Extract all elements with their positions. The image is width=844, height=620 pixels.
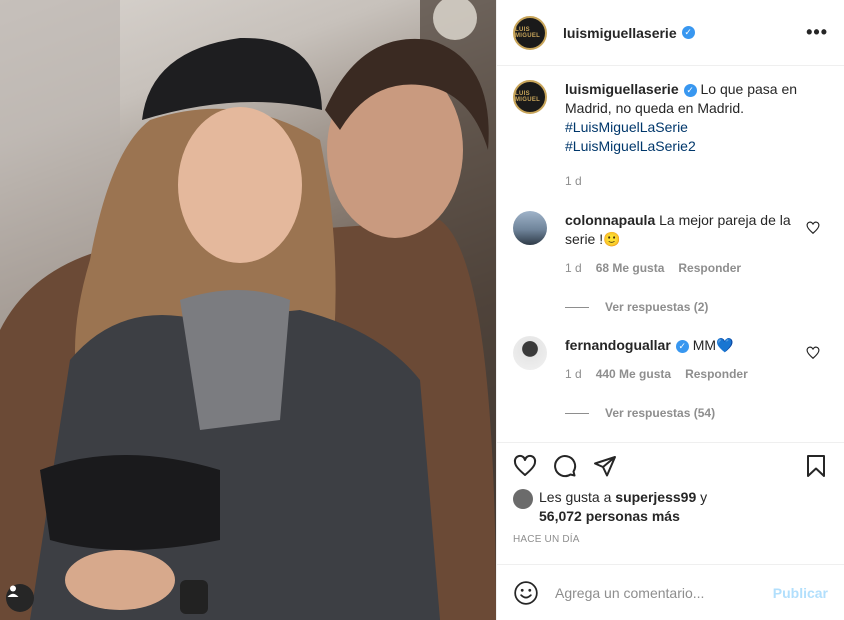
user-tag-icon xyxy=(7,585,19,597)
comment-likes[interactable]: 440 Me gusta xyxy=(596,365,671,384)
avatar-logo-text: LUIS MIGUEL xyxy=(515,91,541,103)
emoji-icon[interactable] xyxy=(513,580,539,606)
comment-meta: 1 d 440 Me gusta Responder xyxy=(565,365,800,384)
post-photo[interactable] xyxy=(0,0,496,620)
couple-photo-illustration xyxy=(0,0,496,620)
comment-icon[interactable] xyxy=(553,454,577,478)
comment-body: colonnapaula La mejor pareja de la serie… xyxy=(565,211,828,278)
verified-icon: ✓ xyxy=(683,84,697,97)
comment-username[interactable]: colonnapaula xyxy=(565,212,655,228)
replies-divider xyxy=(565,412,589,414)
more-options-button[interactable]: ••• xyxy=(806,22,828,43)
tagged-users-button[interactable] xyxy=(6,584,34,612)
verified-icon: ✓ xyxy=(675,340,689,353)
caption-time[interactable]: 1 d xyxy=(565,172,582,191)
comment-item: colonnapaula La mejor pareja de la serie… xyxy=(513,211,828,278)
publish-button[interactable]: Publicar xyxy=(773,585,828,601)
verified-icon: ✓ xyxy=(681,26,695,39)
likes-count[interactable]: 56,072 personas más xyxy=(539,508,680,524)
reply-button[interactable]: Responder xyxy=(678,259,741,278)
comment-likes[interactable]: 68 Me gusta xyxy=(596,259,665,278)
comment-input[interactable] xyxy=(555,584,773,601)
author-avatar[interactable]: LUIS MIGUEL xyxy=(513,15,547,50)
post-sidebar: LUIS MIGUEL luismiguellaserie ✓ ••• LUIS… xyxy=(496,0,844,620)
caption-meta: 1 d xyxy=(565,172,800,191)
comment-like-heart-icon[interactable] xyxy=(806,221,820,235)
comment-item: fernandoguallar ✓ MM💙 1 d 440 Me gusta Re… xyxy=(513,336,828,384)
liker-avatar[interactable] xyxy=(513,489,533,509)
caption-author-avatar[interactable]: LUIS MIGUEL xyxy=(513,80,547,114)
view-replies-button[interactable]: Ver respuestas (54) xyxy=(565,406,828,420)
comments-section: LUIS MIGUEL luismiguellaserie ✓ Lo que pa… xyxy=(497,66,844,442)
post-header: LUIS MIGUEL luismiguellaserie ✓ ••• xyxy=(497,0,844,66)
comment-meta: 1 d 68 Me gusta Responder xyxy=(565,259,800,278)
caption-body: luismiguellaserie ✓ Lo que pasa en Madrid… xyxy=(565,80,828,191)
likes-connector: y xyxy=(700,489,708,505)
view-replies-label: Ver respuestas (2) xyxy=(605,300,709,314)
comment-text: MM💙 xyxy=(692,337,734,353)
caption: LUIS MIGUEL luismiguellaserie ✓ Lo que pa… xyxy=(513,80,828,191)
commenter-avatar[interactable] xyxy=(513,336,547,370)
avatar-logo-text: LUIS MIGUEL xyxy=(515,26,541,39)
comment-body: fernandoguallar ✓ MM💙 1 d 440 Me gusta Re… xyxy=(565,336,828,384)
view-replies-button[interactable]: Ver respuestas (2) xyxy=(565,300,828,314)
likes-prefix: Les gusta a xyxy=(539,489,612,505)
comment-like-heart-icon[interactable] xyxy=(806,346,820,360)
hashtag-link[interactable]: #LuisMiguelLaSerie xyxy=(565,118,800,137)
comment-time[interactable]: 1 d xyxy=(565,259,582,278)
heart-icon[interactable] xyxy=(513,454,537,478)
view-replies-label: Ver respuestas (54) xyxy=(605,406,716,420)
liker-username[interactable]: superjess99 xyxy=(615,489,696,505)
commenter-avatar[interactable] xyxy=(513,211,547,245)
author-username[interactable]: luismiguellaserie xyxy=(563,25,677,41)
add-comment-bar: Publicar xyxy=(497,564,844,620)
share-icon[interactable] xyxy=(593,454,617,478)
likes-summary: Les gusta a superjess99 y 56,072 persona… xyxy=(497,488,844,526)
replies-divider xyxy=(565,306,589,308)
caption-username[interactable]: luismiguellaserie xyxy=(565,81,679,97)
comment-username[interactable]: fernandoguallar xyxy=(565,337,671,353)
comment-time[interactable]: 1 d xyxy=(565,365,582,384)
post-actions xyxy=(497,442,844,488)
bookmark-icon[interactable] xyxy=(804,454,828,478)
instagram-post: LUIS MIGUEL luismiguellaserie ✓ ••• LUIS… xyxy=(0,0,844,620)
hashtag-link[interactable]: #LuisMiguelLaSerie2 xyxy=(565,137,800,156)
likes-text: Les gusta a superjess99 y 56,072 persona… xyxy=(539,488,707,526)
reply-button[interactable]: Responder xyxy=(685,365,748,384)
post-timestamp[interactable]: HACE UN DÍA xyxy=(497,526,844,564)
